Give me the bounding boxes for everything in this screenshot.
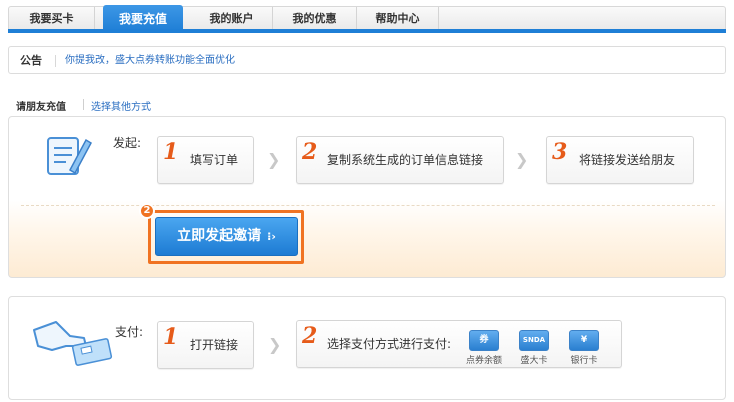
step-number: 1 bbox=[163, 139, 179, 165]
step-text: 复制系统生成的订单信息链接 bbox=[327, 153, 484, 167]
panel-divider bbox=[21, 205, 715, 206]
notice-divider bbox=[55, 55, 56, 67]
step-number: 1 bbox=[163, 324, 179, 350]
tab-recharge[interactable]: 我要充值 bbox=[103, 5, 183, 31]
form-document-icon bbox=[47, 137, 92, 175]
notice-label: 公告 bbox=[20, 54, 42, 67]
chevron-right-icon: ❯ bbox=[268, 335, 282, 354]
button-label: 立即发起邀请 bbox=[177, 228, 262, 244]
pay-method-label: 银行卡 bbox=[570, 356, 598, 366]
notice-link[interactable]: 你提我改，盛大点券转账功能全面优化 bbox=[65, 47, 235, 74]
snda-card-icon: SNDA bbox=[519, 330, 549, 351]
start-invite-button[interactable]: 立即发起邀请 ⁝› bbox=[155, 217, 298, 256]
section-title: 请朋友充值 bbox=[16, 102, 66, 113]
step-text: 将链接发送给朋友 bbox=[579, 153, 676, 167]
step-number: 2 bbox=[302, 139, 318, 165]
step-text: 填写订单 bbox=[190, 153, 239, 167]
pay-method-label: 盛大卡 bbox=[520, 356, 548, 366]
step-badge: 2 bbox=[139, 203, 155, 219]
bank-card-icon: ¥ bbox=[569, 330, 599, 351]
chevron-right-icon: ❯ bbox=[515, 150, 529, 169]
coupon-icon: 券 bbox=[469, 330, 499, 351]
step-text: 选择支付方式进行支付: bbox=[327, 337, 452, 351]
pay-method-label: 点券余额 bbox=[465, 356, 502, 366]
initiate-label: 发起: bbox=[113, 136, 142, 150]
main-nav: 我要买卡 我要充值 我的账户 我的优惠 帮助中心 bbox=[8, 5, 726, 31]
tab-my-account[interactable]: 我的账户 bbox=[191, 7, 273, 31]
tab-buy-card[interactable]: 我要买卡 bbox=[9, 7, 95, 31]
section-divider bbox=[83, 99, 84, 110]
choose-other-method-link[interactable]: 选择其他方式 bbox=[91, 98, 151, 113]
invite-step-2: 2 复制系统生成的订单信息链接 bbox=[296, 136, 504, 184]
pay-method-snda-card[interactable]: SNDA 盛大卡 bbox=[512, 330, 556, 366]
nav-accent-bar bbox=[8, 29, 726, 33]
notice-bar: 公告 你提我改，盛大点券转账功能全面优化 bbox=[8, 46, 726, 74]
step-text: 打开链接 bbox=[190, 338, 239, 352]
invite-step-1: 1 填写订单 bbox=[157, 136, 254, 184]
tab-help-center[interactable]: 帮助中心 bbox=[357, 7, 439, 31]
step-number: 2 bbox=[302, 323, 318, 349]
pay-label: 支付: bbox=[115, 325, 144, 339]
arrow-right-icon: ⁝› bbox=[267, 230, 276, 243]
pay-method-bank-card[interactable]: ¥ 银行卡 bbox=[562, 330, 606, 366]
hand-card-icon bbox=[33, 321, 113, 366]
pay-method-coupon[interactable]: 券 点券余额 bbox=[462, 330, 506, 366]
invite-step-3: 3 将链接发送给朋友 bbox=[546, 136, 694, 184]
chevron-right-icon: ❯ bbox=[267, 150, 281, 169]
pay-step-1: 1 打开链接 bbox=[157, 321, 254, 369]
tab-my-offers[interactable]: 我的优惠 bbox=[273, 7, 357, 31]
step-number: 3 bbox=[552, 139, 568, 165]
